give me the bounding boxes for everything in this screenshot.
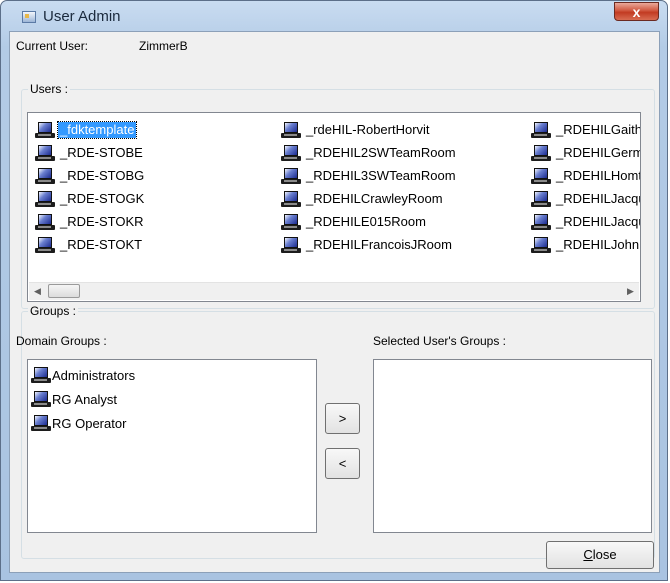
user-list-item-label: _RDE-STOKT	[60, 237, 143, 252]
user-list-item-label: _RDEHIL3SWTeamRoom	[306, 168, 456, 183]
selected-groups-list[interactable]	[373, 359, 652, 533]
user-computer-icon	[34, 213, 58, 231]
scroll-right-icon[interactable]: ▶	[622, 283, 639, 300]
user-list-item[interactable]: _RDEHILJohn	[530, 236, 640, 254]
user-list-item-label: _RDEHIL2SWTeamRoom	[306, 145, 456, 160]
user-computer-icon	[34, 236, 58, 254]
user-computer-icon	[530, 144, 554, 162]
user-list-item-label: _RDEHILJacqu	[556, 214, 641, 229]
user-computer-icon	[280, 144, 304, 162]
user-computer-icon	[530, 213, 554, 231]
window-close-button[interactable]: x	[614, 2, 659, 21]
remove-group-button[interactable]: <	[325, 448, 360, 479]
title-bar[interactable]: User Admin x	[1, 1, 667, 31]
user-list-item-label: _RDE-STOBG	[60, 168, 145, 183]
close-button-label: Close	[583, 547, 617, 562]
user-computer-icon	[530, 167, 554, 185]
user-computer-icon	[34, 144, 58, 162]
domain-group-item[interactable]: RG Analyst	[30, 390, 117, 408]
user-list-item-label: _RDE-STOGK	[60, 191, 145, 206]
group-computer-icon	[30, 390, 52, 408]
domain-group-item[interactable]: RG Operator	[30, 414, 126, 432]
selected-groups-label: Selected User's Groups :	[373, 334, 507, 348]
user-list-item[interactable]: _RDEHIL2SWTeamRoom	[280, 144, 458, 162]
domain-group-label: RG Operator	[52, 415, 127, 431]
domain-groups-label: Domain Groups :	[16, 334, 107, 348]
user-list-item[interactable]: _RDE-STOKR	[34, 213, 146, 231]
user-computer-icon	[280, 213, 304, 231]
user-list-item-label: _fdktemplate	[56, 121, 138, 139]
user-list-item[interactable]: _RDEHILCrawleyRoom	[280, 190, 445, 208]
user-list-item[interactable]: _RDEHIL3SWTeamRoom	[280, 167, 458, 185]
user-computer-icon	[280, 190, 304, 208]
user-list-item-label: _RDEHILJacqu	[556, 191, 641, 206]
scroll-thumb[interactable]	[48, 284, 80, 298]
users-list[interactable]: _fdktemplate _RDE-STOBE _RDE-STOBG _RDE-STO…	[27, 112, 641, 302]
user-computer-icon	[280, 167, 304, 185]
user-list-item-label: _RDE-STOKR	[60, 214, 144, 229]
user-list-item-label: _RDEHILJohn	[556, 237, 640, 252]
user-list-item-label: _RDEHILHomt	[556, 168, 641, 183]
user-list-item-label: _rdeHIL-RobertHorvit	[306, 122, 430, 137]
user-computer-icon	[530, 190, 554, 208]
add-group-button[interactable]: >	[325, 403, 360, 434]
user-computer-icon	[530, 236, 554, 254]
user-list-item[interactable]: _RDEHILHomt	[530, 167, 641, 185]
user-computer-icon	[280, 121, 304, 139]
domain-group-item[interactable]: Administrators	[30, 366, 135, 384]
user-computer-icon	[34, 167, 58, 185]
user-list-item[interactable]: _RDEHILE015Room	[280, 213, 428, 231]
user-list-item[interactable]: _RDEHILJacqu	[530, 190, 641, 208]
user-admin-window: User Admin x Current User: ZimmerB Users…	[0, 0, 668, 581]
user-list-item[interactable]: _RDEHILGerm	[530, 144, 641, 162]
close-button[interactable]: Close	[546, 541, 654, 569]
user-list-item-label: _RDEHILGerm	[556, 145, 641, 160]
group-computer-icon	[30, 366, 52, 384]
current-user-label: Current User:	[16, 39, 89, 53]
user-list-item[interactable]: _RDE-STOBE	[34, 144, 145, 162]
user-list-item-label: _RDE-STOBE	[60, 145, 143, 160]
scroll-left-icon[interactable]: ◀	[29, 283, 46, 300]
close-icon: x	[632, 4, 641, 20]
user-list-item[interactable]: _RDE-STOGK	[34, 190, 146, 208]
user-computer-icon	[34, 121, 58, 139]
window-title: User Admin	[43, 8, 121, 25]
user-list-item[interactable]: _RDEHILJacqu	[530, 213, 641, 231]
users-horizontal-scrollbar[interactable]: ◀ ▶	[29, 282, 639, 300]
user-computer-icon	[34, 190, 58, 208]
user-list-item-label: _RDEHILGaith	[556, 122, 641, 137]
user-list-item[interactable]: _RDE-STOKT	[34, 236, 144, 254]
app-icon	[22, 11, 36, 23]
user-list-item-label: _RDEHILCrawleyRoom	[306, 191, 443, 206]
user-list-item[interactable]: _RDE-STOBG	[34, 167, 146, 185]
user-list-item[interactable]: _RDEHILFrancoisJRoom	[280, 236, 454, 254]
group-computer-icon	[30, 414, 52, 432]
user-list-item[interactable]: _rdeHIL-RobertHorvit	[280, 121, 432, 139]
current-user-value: ZimmerB	[139, 39, 188, 53]
user-computer-icon	[530, 121, 554, 139]
user-list-item-label: _RDEHILFrancoisJRoom	[306, 237, 452, 252]
user-list-item[interactable]: _fdktemplate	[34, 121, 138, 139]
user-list-item[interactable]: _RDEHILGaith	[530, 121, 641, 139]
groups-group-label: Groups :	[28, 304, 79, 318]
users-group-label: Users :	[28, 82, 71, 96]
user-list-item-label: _RDEHILE015Room	[306, 214, 426, 229]
domain-group-label: RG Analyst	[52, 391, 118, 407]
dialog-body: Current User: ZimmerB Users : _fdktempla…	[9, 31, 660, 573]
user-computer-icon	[280, 236, 304, 254]
domain-group-label: Administrators	[52, 367, 136, 383]
domain-groups-list[interactable]: Administrators RG Analyst RG Operator	[27, 359, 317, 533]
